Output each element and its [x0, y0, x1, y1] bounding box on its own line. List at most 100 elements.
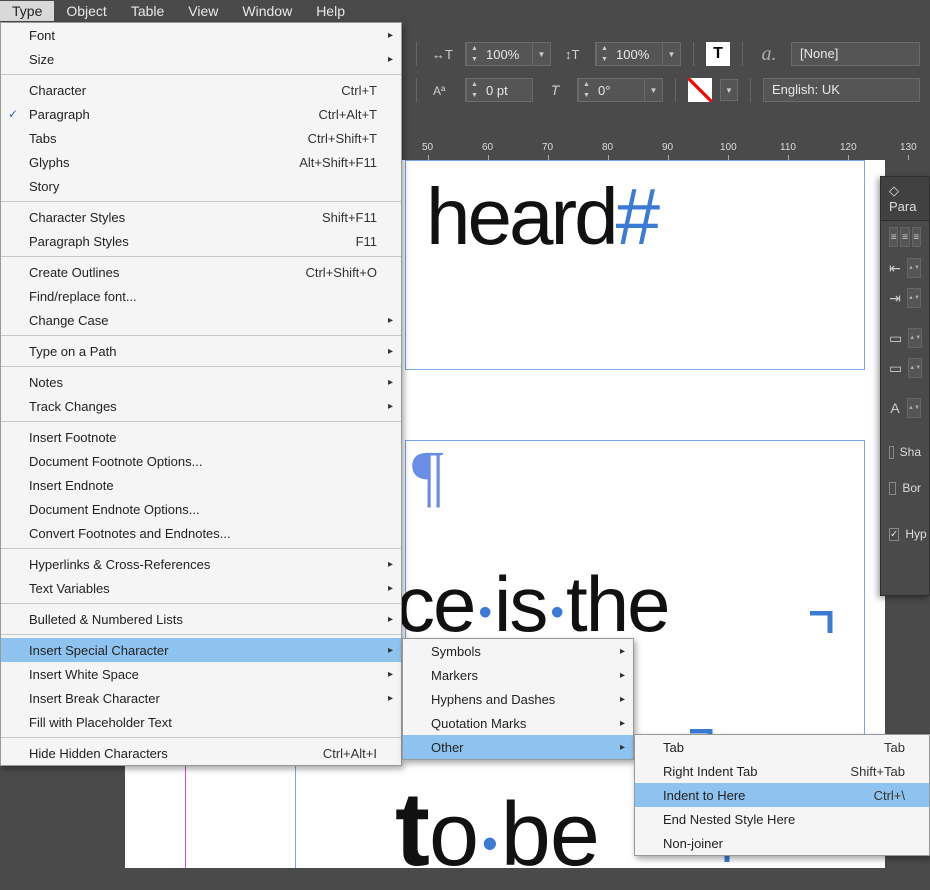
- type-menu-item[interactable]: Fill with Placeholder Text: [1, 710, 401, 734]
- menu-item-label: Tabs: [29, 131, 56, 146]
- other-menu-item[interactable]: End Nested Style Here: [635, 807, 929, 831]
- menu-table[interactable]: Table: [119, 1, 176, 21]
- type-menu-item[interactable]: Document Footnote Options...: [1, 449, 401, 473]
- type-menu-item[interactable]: Change Case: [1, 308, 401, 332]
- menu-item-label: Fill with Placeholder Text: [29, 715, 172, 730]
- type-menu-item[interactable]: Font: [1, 23, 401, 47]
- baseline-shift-input[interactable]: [482, 79, 532, 101]
- menu-item-label: Symbols: [431, 644, 481, 659]
- type-menu-item[interactable]: Track Changes: [1, 394, 401, 418]
- type-menu-item[interactable]: Insert Endnote: [1, 473, 401, 497]
- type-menu-item[interactable]: Hide Hidden CharactersCtrl+Alt+I: [1, 741, 401, 765]
- menu-item-label: End Nested Style Here: [663, 812, 795, 827]
- horizontal-scale-icon: ↔T: [429, 43, 457, 65]
- dropdown-icon[interactable]: ▼: [662, 43, 680, 65]
- space-dot-icon: •: [474, 591, 494, 634]
- menu-item-label: Right Indent Tab: [663, 764, 757, 779]
- ruler-tick: 80: [602, 142, 613, 153]
- ruler-tick: 70: [542, 142, 553, 153]
- menu-window[interactable]: Window: [230, 1, 304, 21]
- paragraph-panel[interactable]: ◇ Para ≡ ≡ ≡ ⇤▲▼ ⇥▲▼ ▭▲▼ ▭▲▼ A▲▼ Sha Bor…: [880, 176, 930, 596]
- special-char-menu-item[interactable]: Symbols: [403, 639, 633, 663]
- type-menu-item[interactable]: GlyphsAlt+Shift+F11: [1, 150, 401, 174]
- drop-cap-lines-field[interactable]: ▲▼: [907, 398, 921, 418]
- menu-object[interactable]: Object: [54, 1, 118, 21]
- stroke-swatch[interactable]: [688, 78, 712, 102]
- type-menu-item[interactable]: Bulleted & Numbered Lists: [1, 607, 401, 631]
- type-menu-item[interactable]: TabsCtrl+Shift+T: [1, 126, 401, 150]
- special-char-menu-item[interactable]: Other: [403, 735, 633, 759]
- type-menu-item[interactable]: Find/replace font...: [1, 284, 401, 308]
- type-menu-item[interactable]: Type on a Path: [1, 339, 401, 363]
- text-frame[interactable]: to•be: [395, 770, 599, 890]
- menu-item-label: Find/replace font...: [29, 289, 137, 304]
- type-menu-item[interactable]: Text Variables: [1, 576, 401, 600]
- type-menu-item[interactable]: Notes: [1, 370, 401, 394]
- horizontal-ruler[interactable]: 50 60 70 80 90 100 110 120 130: [402, 140, 930, 160]
- menu-type[interactable]: Type: [0, 1, 54, 21]
- text-frame[interactable]: heard#: [405, 160, 865, 370]
- space-after-field[interactable]: ▲▼: [908, 358, 922, 378]
- vertical-scale-input[interactable]: [612, 43, 662, 65]
- menu-item-shortcut: Ctrl+Alt+I: [299, 746, 377, 761]
- left-indent-field[interactable]: ▲▼: [907, 258, 921, 278]
- type-menu-item[interactable]: Insert Footnote: [1, 425, 401, 449]
- menu-item-shortcut: Ctrl+\: [850, 788, 905, 803]
- type-menu-item[interactable]: Character StylesShift+F11: [1, 205, 401, 229]
- menu-separator: [1, 74, 401, 75]
- character-style-dropdown[interactable]: [None]: [791, 42, 920, 66]
- vertical-scale-field[interactable]: ▲▼ ▼: [595, 42, 681, 66]
- other-menu-item[interactable]: Right Indent TabShift+Tab: [635, 759, 929, 783]
- menu-help[interactable]: Help: [304, 1, 357, 21]
- menu-separator: [1, 548, 401, 549]
- end-of-story-icon: #: [616, 172, 658, 261]
- menu-item-label: Text Variables: [29, 581, 110, 596]
- baseline-shift-field[interactable]: ▲▼: [465, 78, 533, 102]
- horizontal-scale-field[interactable]: ▲▼ ▼: [465, 42, 551, 66]
- align-right-button[interactable]: ≡: [912, 227, 921, 247]
- type-menu-item[interactable]: Insert Special Character: [1, 638, 401, 662]
- shading-checkbox[interactable]: Sha: [881, 441, 929, 463]
- menu-separator: [1, 603, 401, 604]
- type-menu-item[interactable]: Document Endnote Options...: [1, 497, 401, 521]
- type-menu-item[interactable]: Create OutlinesCtrl+Shift+O: [1, 260, 401, 284]
- horizontal-scale-input[interactable]: [482, 43, 532, 65]
- type-menu-item[interactable]: Insert White Space: [1, 662, 401, 686]
- language-dropdown[interactable]: English: UK: [763, 78, 920, 102]
- type-menu-item[interactable]: Paragraph StylesF11: [1, 229, 401, 253]
- hyphenate-checkbox[interactable]: ✓Hyp: [881, 523, 929, 545]
- skew-field[interactable]: ▲▼ ▼: [577, 78, 663, 102]
- type-menu-item[interactable]: CharacterCtrl+T: [1, 78, 401, 102]
- character-style-icon: a.: [755, 43, 783, 65]
- special-char-menu-item[interactable]: Hyphens and Dashes: [403, 687, 633, 711]
- type-menu-item[interactable]: Hyperlinks & Cross-References: [1, 552, 401, 576]
- menu-separator: [1, 366, 401, 367]
- separator: [416, 42, 417, 66]
- space-before-field[interactable]: ▲▼: [908, 328, 922, 348]
- ruler-tick: 50: [422, 142, 433, 153]
- first-line-indent-field[interactable]: ▲▼: [907, 288, 921, 308]
- special-char-menu-item[interactable]: Quotation Marks: [403, 711, 633, 735]
- other-menu-item[interactable]: Non-joiner: [635, 831, 929, 855]
- align-left-button[interactable]: ≡: [889, 227, 898, 247]
- fill-swatch[interactable]: T: [706, 42, 730, 66]
- type-menu-item[interactable]: ✓ParagraphCtrl+Alt+T: [1, 102, 401, 126]
- other-menu-item[interactable]: Indent to HereCtrl+\: [635, 783, 929, 807]
- type-menu-item[interactable]: Insert Break Character: [1, 686, 401, 710]
- dropdown-icon[interactable]: ▼: [644, 79, 662, 101]
- skew-input[interactable]: [594, 79, 644, 101]
- panel-tab-paragraph[interactable]: ◇ Para: [881, 177, 929, 221]
- other-menu-item[interactable]: TabTab: [635, 735, 929, 759]
- type-menu-dropdown: FontSize CharacterCtrl+T✓ParagraphCtrl+Al…: [0, 22, 402, 766]
- menu-item-label: Insert Special Character: [29, 643, 168, 658]
- menu-view[interactable]: View: [176, 1, 230, 21]
- dropdown-icon[interactable]: ▼: [532, 43, 550, 65]
- align-center-button[interactable]: ≡: [900, 227, 909, 247]
- type-menu-item[interactable]: Size: [1, 47, 401, 71]
- type-menu-item[interactable]: Convert Footnotes and Endnotes...: [1, 521, 401, 545]
- ruler-tick: 130: [900, 142, 917, 153]
- special-char-menu-item[interactable]: Markers: [403, 663, 633, 687]
- type-menu-item[interactable]: Story: [1, 174, 401, 198]
- border-checkbox[interactable]: Bor: [881, 477, 929, 499]
- stroke-dropdown[interactable]: ▼: [720, 79, 738, 101]
